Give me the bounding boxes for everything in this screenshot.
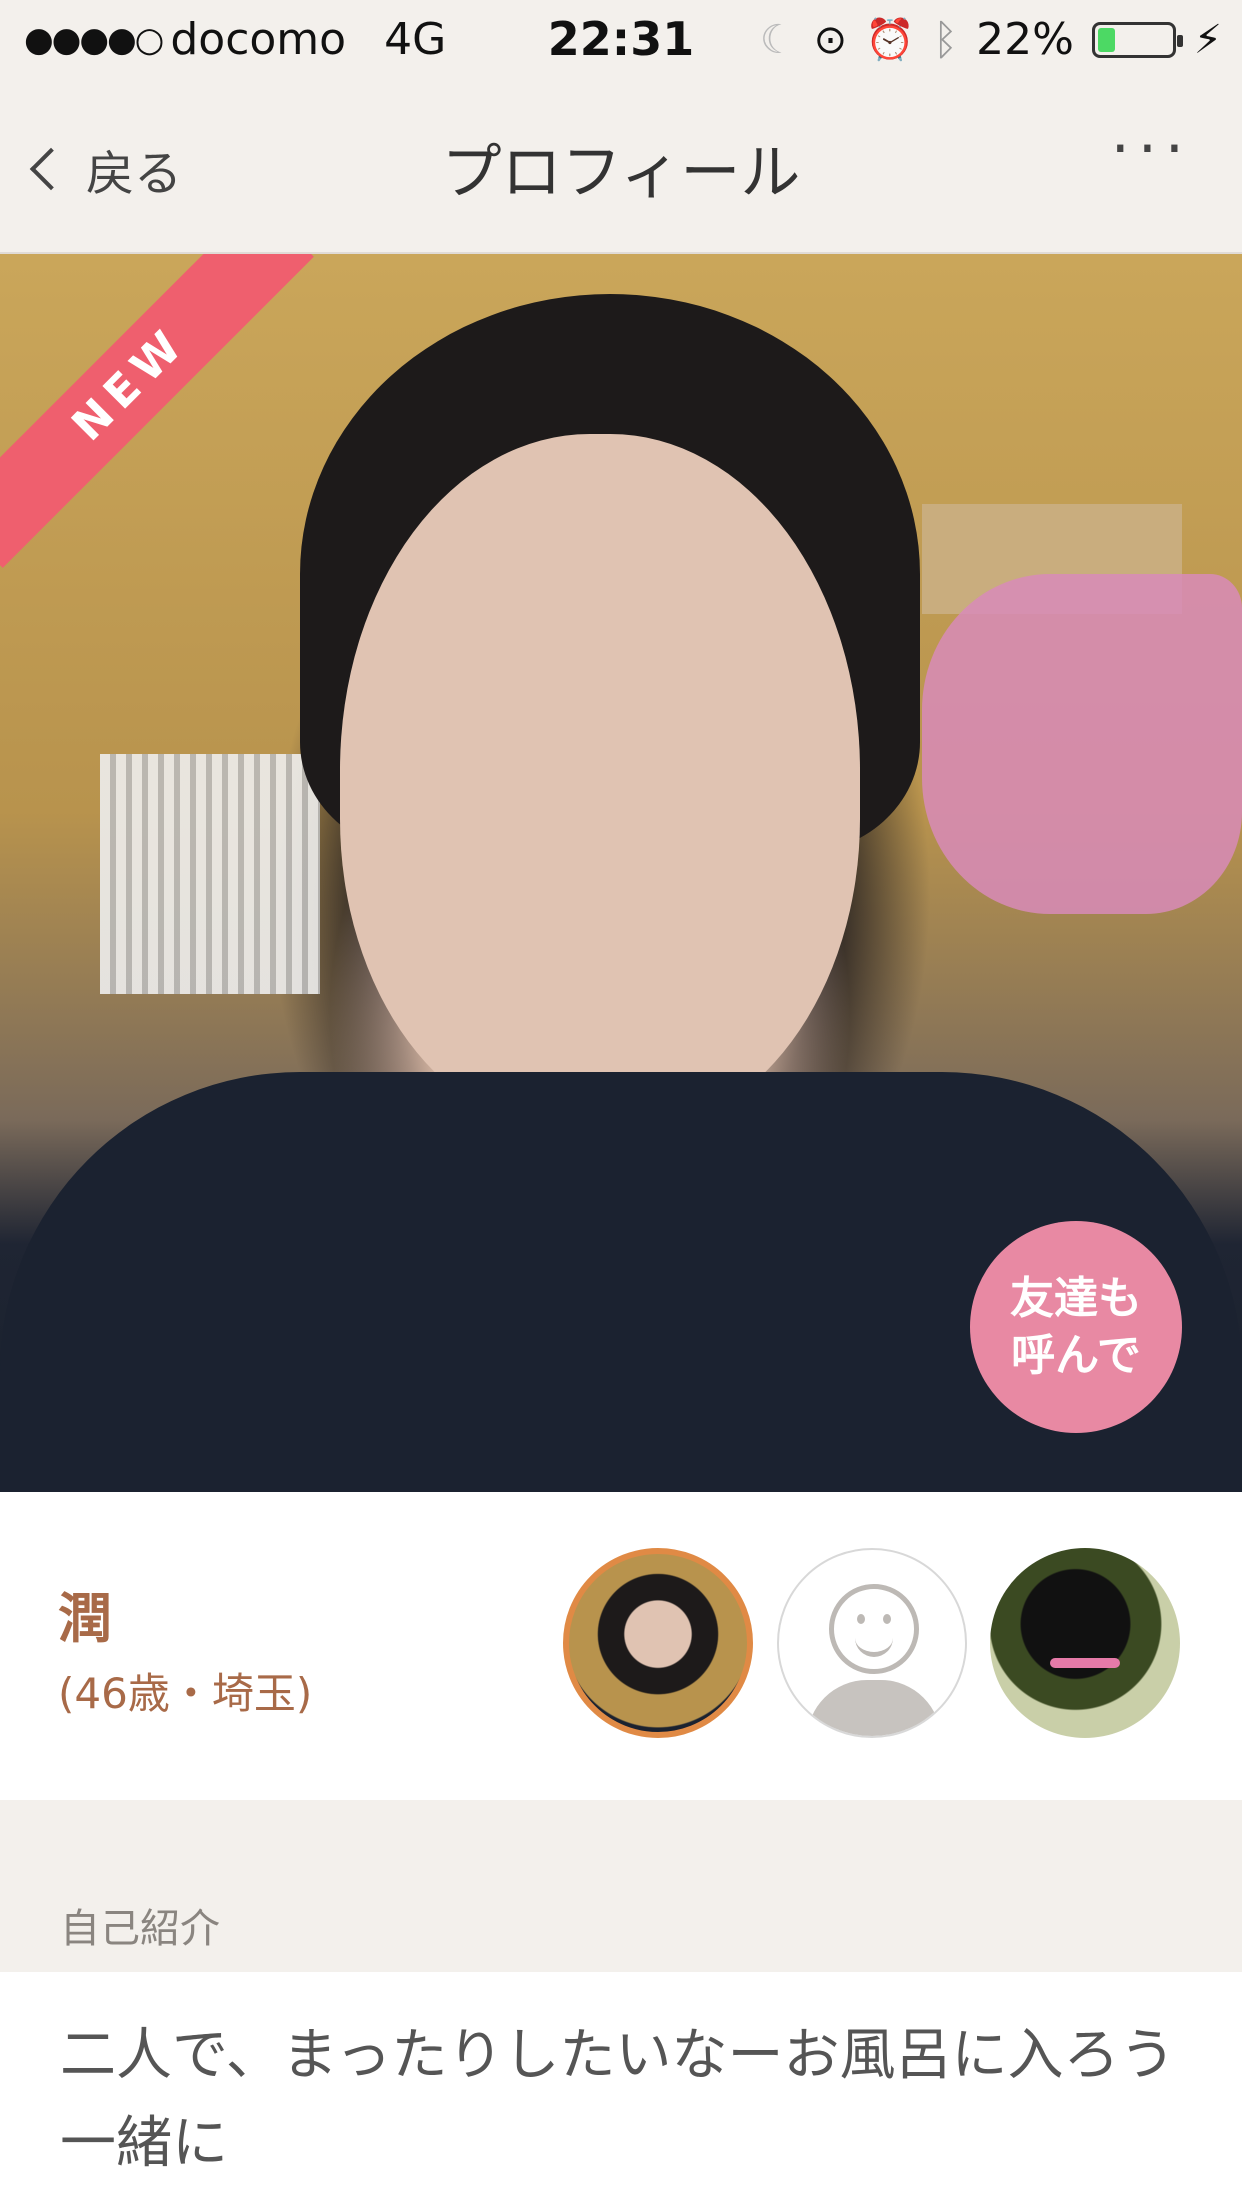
bluetooth-icon: ᛒ (932, 15, 959, 64)
rotation-lock-icon: ⊙ (813, 16, 848, 63)
page-title: プロフィール (441, 138, 801, 208)
photo-bg-bag (922, 574, 1242, 914)
new-badge: NEW (0, 254, 314, 568)
profile-card: 潤 (46歳・埼玉) (0, 1492, 1242, 1800)
avatar-eye-left (857, 1614, 865, 1624)
self-introduction-title: 自己紹介 (60, 1906, 220, 1952)
avatar-body-icon (807, 1680, 941, 1736)
battery-icon (1091, 21, 1183, 58)
more-options-button[interactable]: ··· (1111, 119, 1192, 179)
self-introduction: 二人で、まったりしたいなーお風呂に入ろう一緒に (0, 1972, 1242, 2208)
profile-photo[interactable]: NEW 友達も 呼んで (0, 254, 1242, 1492)
self-introduction-text: 二人で、まったりしたいなーお風呂に入ろう一緒に (60, 2023, 1176, 2176)
profile-age-location: (46歳・埼玉) (58, 1669, 313, 1718)
cat-collar (1050, 1658, 1120, 1668)
avatar-cat-photo[interactable] (990, 1548, 1180, 1738)
photo-face (340, 434, 860, 1134)
invite-friends-button[interactable]: 友達も 呼んで (970, 1221, 1182, 1433)
avatar-photo-1[interactable] (563, 1548, 753, 1738)
navigation-bar: 戻る プロフィール ··· (0, 84, 1242, 254)
status-right: ☾ ⊙ ⏰ ᛒ 22% ⚡ (760, 14, 1222, 65)
battery-cap (1176, 34, 1183, 47)
section-header: 自己紹介 (0, 1800, 1242, 1972)
alarm-icon: ⏰ (865, 17, 915, 63)
invite-label-line2: 呼んで (1011, 1330, 1141, 1381)
avatar-eye-right (883, 1614, 891, 1624)
smiley-face-icon (829, 1584, 919, 1674)
status-bar: ●●●●○ docomo 4G 22:31 ☾ ⊙ ⏰ ᛒ 22% ⚡ (0, 0, 1242, 84)
profile-name: 潤 (58, 1587, 112, 1650)
charging-icon: ⚡ (1193, 16, 1222, 63)
avatar-placeholder[interactable] (777, 1548, 967, 1738)
invite-label-line1: 友達も (1010, 1272, 1142, 1324)
battery-level (1097, 27, 1116, 52)
battery-percent: 22% (976, 14, 1074, 65)
photo-bg-basket (100, 754, 320, 994)
moon-icon: ☾ (759, 16, 796, 63)
